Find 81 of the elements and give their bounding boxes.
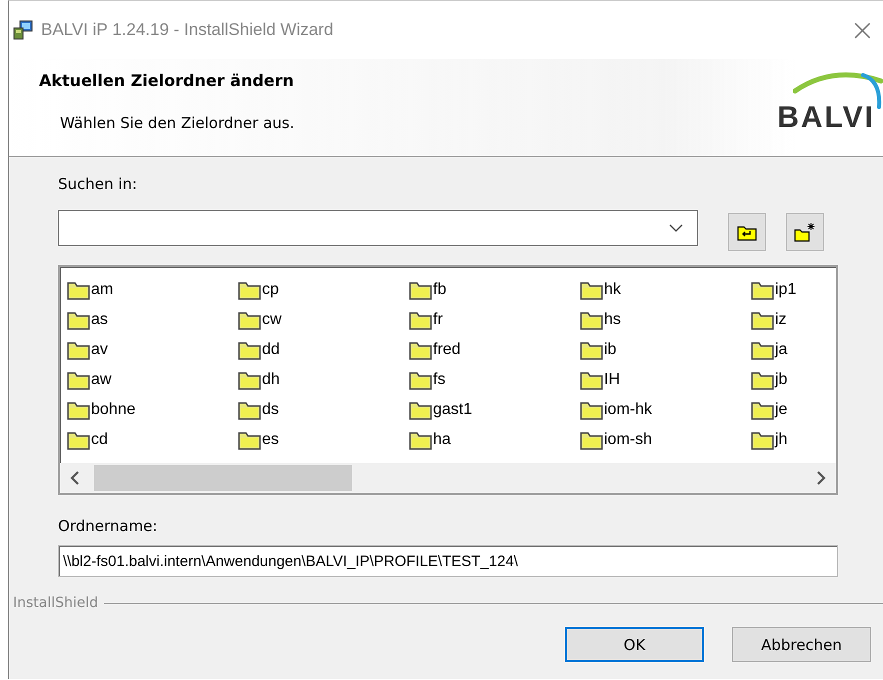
folder-icon [579, 400, 603, 420]
folder-icon [237, 430, 261, 450]
close-button[interactable]: × [842, 12, 883, 48]
folder-item[interactable]: hs [579, 305, 750, 335]
folder-item[interactable]: ds [237, 395, 408, 425]
folder-item[interactable]: es [237, 425, 408, 455]
installer-icon [13, 20, 33, 40]
folder-icon [408, 400, 432, 420]
folder-item[interactable]: je [750, 395, 883, 425]
folder-item[interactable]: ja [750, 335, 883, 365]
scrollbar-thumb[interactable] [94, 465, 352, 491]
folder-icon [579, 310, 603, 330]
folder-item[interactable]: hk [579, 275, 750, 305]
folder-item[interactable]: am [66, 275, 237, 305]
folder-icon [579, 340, 603, 360]
chevron-right-icon[interactable] [816, 471, 826, 485]
folder-item[interactable]: jh [750, 425, 883, 455]
chevron-left-icon[interactable] [70, 471, 80, 485]
folder-item[interactable]: ib [579, 335, 750, 365]
new-folder-button[interactable] [786, 213, 824, 251]
folder-icon [579, 370, 603, 390]
folder-icon [237, 400, 261, 420]
folder-item[interactable]: ip1 [750, 275, 883, 305]
folder-item[interactable]: cp [237, 275, 408, 305]
folder-icon [750, 370, 774, 390]
folder-icon [408, 280, 432, 300]
folder-item[interactable]: fred [408, 335, 579, 365]
folder-item[interactable]: as [66, 305, 237, 335]
folder-icon [66, 340, 90, 360]
horizontal-scrollbar[interactable] [60, 463, 836, 493]
folder-icon [237, 280, 261, 300]
folder-icon [750, 430, 774, 450]
ok-button[interactable]: OK [565, 627, 704, 662]
chevron-down-icon [669, 224, 683, 232]
folder-item[interactable]: iom-hk [579, 395, 750, 425]
folder-icon [237, 310, 261, 330]
installshield-label: InstallShield [12, 595, 98, 611]
page-subtitle: Wählen Sie den Zielordner aus. [59, 114, 294, 132]
folder-item[interactable]: fs [408, 365, 579, 395]
folder-icon [579, 430, 603, 450]
look-in-dropdown[interactable] [58, 210, 698, 246]
folder-item[interactable]: fr [408, 305, 579, 335]
folder-item[interactable]: dh [237, 365, 408, 395]
folder-item[interactable]: aw [66, 365, 237, 395]
folder-item[interactable]: ha [408, 425, 579, 455]
page-title: Aktuellen Zielordner ändern [39, 71, 294, 90]
folder-icon [408, 310, 432, 330]
folder-item[interactable]: iz [750, 305, 883, 335]
folder-icon [408, 340, 432, 360]
folder-icon [66, 310, 90, 330]
folder-icon [408, 430, 432, 450]
folder-item[interactable]: bohne [66, 395, 237, 425]
folder-item[interactable]: fb [408, 275, 579, 305]
folder-icon [66, 430, 90, 450]
folder-icon [750, 400, 774, 420]
folder-item[interactable]: IH [579, 365, 750, 395]
folder-icon [750, 280, 774, 300]
folder-icon [408, 370, 432, 390]
folder-icon [750, 310, 774, 330]
folder-icon [66, 400, 90, 420]
folder-item[interactable]: gast1 [408, 395, 579, 425]
look-in-label: Suchen in: [58, 175, 138, 193]
folder-icon [750, 340, 774, 360]
window-title: BALVI iP 1.24.19 - InstallShield Wizard [41, 20, 334, 40]
folder-item[interactable]: av [66, 335, 237, 365]
folder-item[interactable]: cw [237, 305, 408, 335]
folder-name-field[interactable]: \\bl2-fs01.balvi.intern\Anwendungen\BALVI_IP\PROFILE\TEST_124\ [58, 545, 838, 577]
new-folder-icon [794, 222, 816, 242]
up-folder-button[interactable] [728, 213, 766, 251]
folder-item[interactable]: dd [237, 335, 408, 365]
logo-text: BALVI [777, 101, 875, 135]
folder-item[interactable]: iom-sh [579, 425, 750, 455]
folder-icon [66, 370, 90, 390]
folder-icon [237, 370, 261, 390]
cancel-button[interactable]: Abbrechen [732, 627, 871, 662]
folder-item[interactable]: jb [750, 365, 883, 395]
folder-icon [66, 280, 90, 300]
folder-name-label: Ordnername: [58, 517, 158, 535]
folder-item[interactable]: cd [66, 425, 237, 455]
folder-icon [579, 280, 603, 300]
folder-icon [237, 340, 261, 360]
